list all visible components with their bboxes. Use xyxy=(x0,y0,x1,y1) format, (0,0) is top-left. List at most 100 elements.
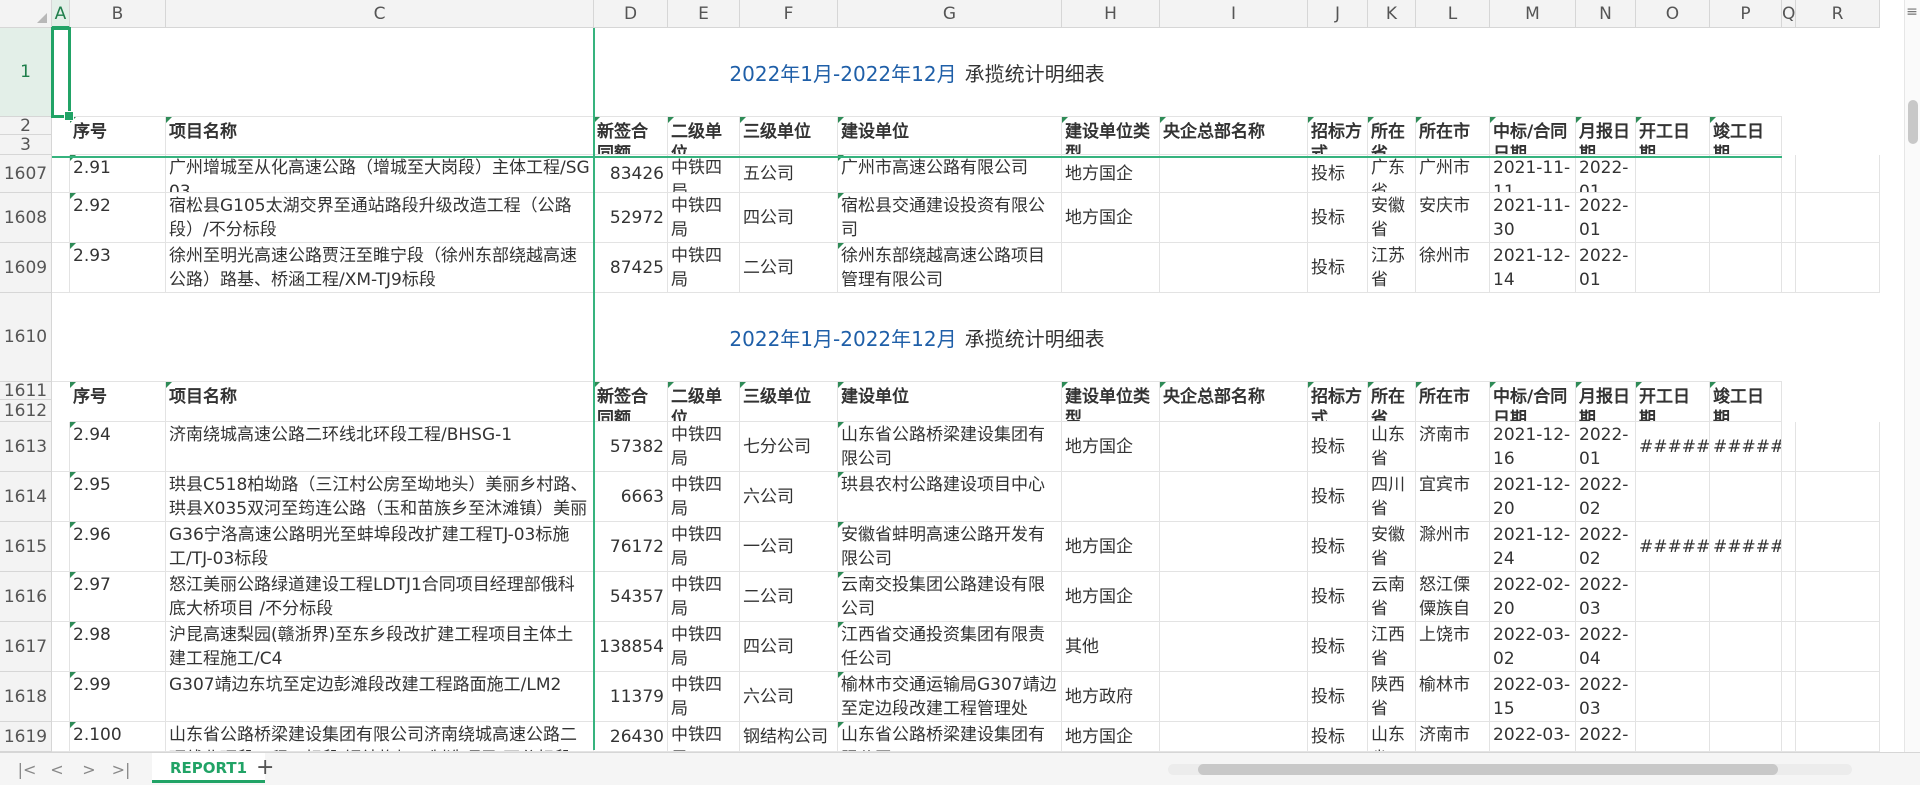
row-header-1616[interactable]: 1616 xyxy=(0,572,52,622)
cell-c1614[interactable]: 珙县C518柏坳路（三江村公房至坳地头）美丽乡村路、珙县X035双河至筠连公路（… xyxy=(166,472,594,522)
column-header-h[interactable]: H xyxy=(1062,0,1160,28)
cell-b1617[interactable]: 2.98 xyxy=(70,622,166,672)
cell-p1617[interactable] xyxy=(1710,622,1782,672)
spreadsheet-grid[interactable]: A B C D E F G H I J K L M N O P Q R 1 2022年1月-2022年12月 承揽统计明… xyxy=(0,0,1920,785)
row-header-1614[interactable]: 1614 xyxy=(0,472,52,522)
cell-f1615[interactable]: 一公司 xyxy=(740,522,838,572)
cell-k1616[interactable]: 云南省 xyxy=(1368,572,1416,622)
cell-p1613[interactable]: ###### xyxy=(1710,422,1782,472)
cell-m1609[interactable]: 2021-12-14 xyxy=(1490,243,1576,293)
cell-i1607[interactable] xyxy=(1160,155,1308,193)
cell-k1614[interactable]: 四川省 xyxy=(1368,472,1416,522)
cell-a1615[interactable] xyxy=(52,522,70,572)
column-header-r[interactable]: R xyxy=(1796,0,1880,28)
cell-q1607[interactable] xyxy=(1782,155,1796,193)
cell-g1607[interactable]: 广州市高速公路有限公司 xyxy=(838,155,1062,193)
cell-p1615[interactable]: ###### xyxy=(1710,522,1782,572)
cell-n1608[interactable]: 2022-01 xyxy=(1576,193,1636,243)
column-header-i[interactable]: I xyxy=(1160,0,1308,28)
cell-a1617[interactable] xyxy=(52,622,70,672)
cell-h1609[interactable] xyxy=(1062,243,1160,293)
row-header-1613[interactable]: 1613 xyxy=(0,422,52,472)
cell-a1618[interactable] xyxy=(52,672,70,722)
cell-n1617[interactable]: 2022-04 xyxy=(1576,622,1636,672)
cell-c1607[interactable]: 广州增城至从化高速公路（增城至大岗段）主体工程/SG03 xyxy=(166,155,594,193)
cell-i1613[interactable] xyxy=(1160,422,1308,472)
cell-h1614[interactable] xyxy=(1062,472,1160,522)
horizontal-scroll-thumb[interactable] xyxy=(1198,764,1778,775)
cell-o1615[interactable]: ###### xyxy=(1636,522,1710,572)
cell-f1607[interactable]: 五公司 xyxy=(740,155,838,193)
cell-h1613[interactable]: 地方国企 xyxy=(1062,422,1160,472)
cell-n1607[interactable]: 2022-01 xyxy=(1576,155,1636,193)
cell-l1613[interactable]: 济南市 xyxy=(1416,422,1490,472)
cell-a1616[interactable] xyxy=(52,572,70,622)
cell-r1609[interactable] xyxy=(1796,243,1880,293)
cell-m1607[interactable]: 2021-11-11 xyxy=(1490,155,1576,193)
row-header-1608[interactable]: 1608 xyxy=(0,193,52,243)
cell-p1616[interactable] xyxy=(1710,572,1782,622)
column-header-q[interactable]: Q xyxy=(1782,0,1796,28)
cell-j1614[interactable]: 投标 xyxy=(1308,472,1368,522)
cell-a1609[interactable] xyxy=(52,243,70,293)
cell-l1615[interactable]: 滁州市 xyxy=(1416,522,1490,572)
cell-q1618[interactable] xyxy=(1782,672,1796,722)
cell-o1607[interactable] xyxy=(1636,155,1710,193)
cell-n1609[interactable]: 2022-01 xyxy=(1576,243,1636,293)
cell-q1617[interactable] xyxy=(1782,622,1796,672)
cell-e1613[interactable]: 中铁四局 xyxy=(668,422,740,472)
cell-d1614[interactable]: 6663 xyxy=(594,472,668,522)
cell-m1619[interactable]: 2022-03-17 xyxy=(1490,722,1576,752)
cell-b1619[interactable]: 2.100 xyxy=(70,722,166,752)
cell-f1616[interactable]: 二公司 xyxy=(740,572,838,622)
cell-h1619[interactable]: 地方国企 xyxy=(1062,722,1160,752)
cell-b1608[interactable]: 2.92 xyxy=(70,193,166,243)
cell-c1619[interactable]: 山东省公路桥梁建设集团有限公司济南绕城高速公路二环线北环段工程一标段 钢结构加工… xyxy=(166,722,594,752)
cell-o1613[interactable]: ###### xyxy=(1636,422,1710,472)
column-header-a[interactable]: A xyxy=(52,0,70,28)
cell-i1615[interactable] xyxy=(1160,522,1308,572)
column-header-c[interactable]: C xyxy=(166,0,594,28)
cell-f1608[interactable]: 四公司 xyxy=(740,193,838,243)
cell-r1617[interactable] xyxy=(1796,622,1880,672)
cell-e1616[interactable]: 中铁四局 xyxy=(668,572,740,622)
cell-d1617[interactable]: 138854 xyxy=(594,622,668,672)
cell-r1614[interactable] xyxy=(1796,472,1880,522)
cell-p1619[interactable] xyxy=(1710,722,1782,752)
cell-k1619[interactable]: 山东省 xyxy=(1368,722,1416,752)
column-header-d[interactable]: D xyxy=(594,0,668,28)
cell-k1613[interactable]: 山东省 xyxy=(1368,422,1416,472)
row-header-1609[interactable]: 1609 xyxy=(0,243,52,293)
cell-f1614[interactable]: 六公司 xyxy=(740,472,838,522)
cell-p1608[interactable] xyxy=(1710,193,1782,243)
cell-p1607[interactable] xyxy=(1710,155,1782,193)
cell-r1607[interactable] xyxy=(1796,155,1880,193)
row-header-1618[interactable]: 1618 xyxy=(0,672,52,722)
add-sheet-icon[interactable]: + xyxy=(256,756,274,780)
cell-j1616[interactable]: 投标 xyxy=(1308,572,1368,622)
cell-g1616[interactable]: 云南交投集团公路建设有限公司 xyxy=(838,572,1062,622)
cell-c1616[interactable]: 怒江美丽公路绿道建设工程LDTJ1合同项目经理部俄科底大桥项目 /不分标段 xyxy=(166,572,594,622)
column-header-o[interactable]: O xyxy=(1636,0,1710,28)
cell-l1607[interactable]: 广州市 xyxy=(1416,155,1490,193)
next-sheet-nav-icon[interactable]: > xyxy=(76,759,102,781)
cell-n1613[interactable]: 2022-01 xyxy=(1576,422,1636,472)
cell-e1607[interactable]: 中铁四局 xyxy=(668,155,740,193)
cell-c1615[interactable]: G36宁洛高速公路明光至蚌埠段改扩建工程TJ-03标施工/TJ-03标段 xyxy=(166,522,594,572)
column-header-n[interactable]: N xyxy=(1576,0,1636,28)
cell-o1609[interactable] xyxy=(1636,243,1710,293)
cell-o1618[interactable] xyxy=(1636,672,1710,722)
cell-d1609[interactable]: 87425 xyxy=(594,243,668,293)
vertical-scroll-thumb[interactable] xyxy=(1908,100,1918,144)
cell-b1613[interactable]: 2.94 xyxy=(70,422,166,472)
horizontal-scroll-track[interactable] xyxy=(1168,764,1852,775)
row-header-1619[interactable]: 1619 xyxy=(0,722,52,752)
last-sheet-nav-icon[interactable]: >| xyxy=(108,759,134,781)
cell-g1617[interactable]: 江西省交通投资集团有限责任公司 xyxy=(838,622,1062,672)
cell-e1617[interactable]: 中铁四局 xyxy=(668,622,740,672)
cell-b1614[interactable]: 2.95 xyxy=(70,472,166,522)
cell-p1618[interactable] xyxy=(1710,672,1782,722)
cell-f1619[interactable]: 钢结构公司 xyxy=(740,722,838,752)
hamburger-menu-icon[interactable]: ≡ xyxy=(1904,0,1920,28)
cell-m1618[interactable]: 2022-03-15 xyxy=(1490,672,1576,722)
